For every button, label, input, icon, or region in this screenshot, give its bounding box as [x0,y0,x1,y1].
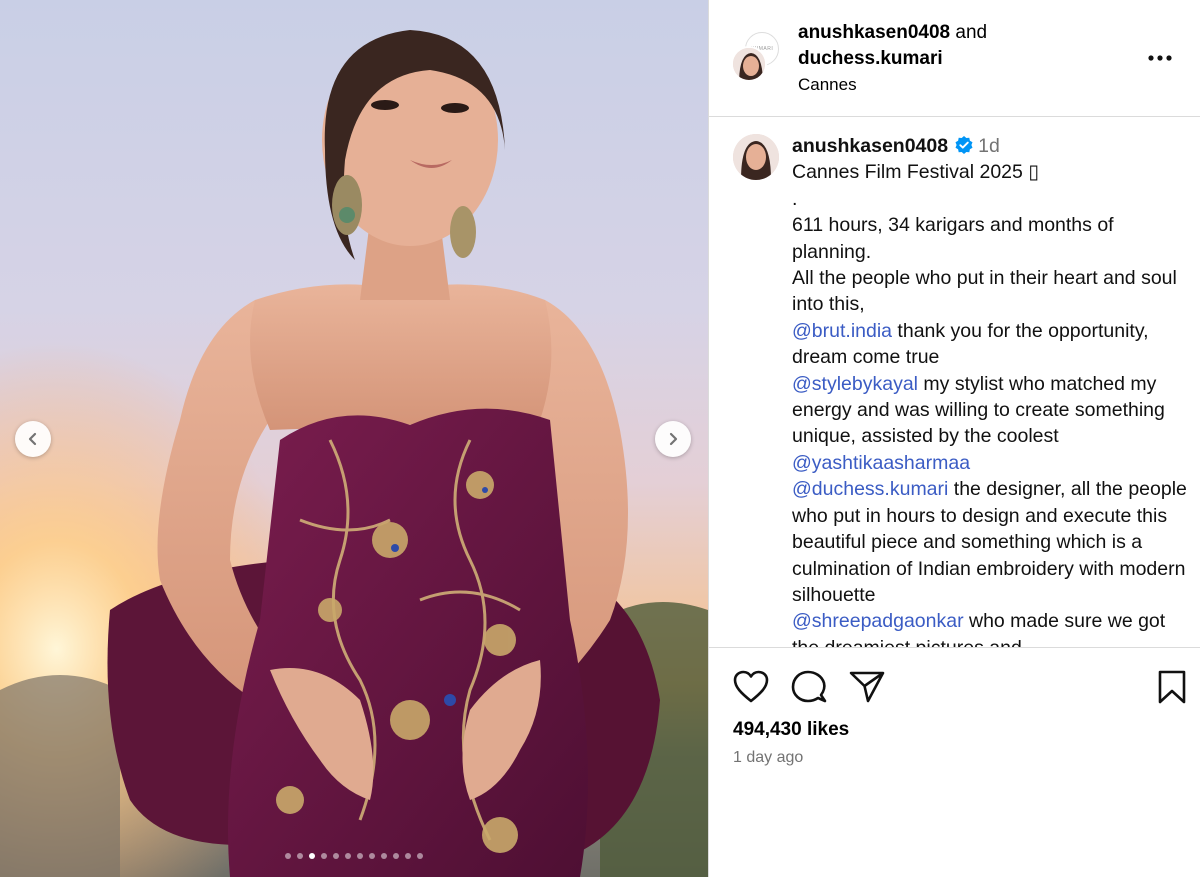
carousel-dot [285,853,291,859]
header-username-2[interactable]: duchess.kumari [798,46,987,72]
caption-body: anushkasen0408 1d Cannes Film Festival 2… [792,133,1187,647]
caption-line-text: 611 hours, 34 karigars and months of pla… [792,214,1114,263]
post-header-text: anushkasen0408 and duchess.kumari Cannes [798,20,987,98]
avatar-anushkasen0408 [731,46,767,82]
mention-link[interactable]: @stylebykayal [792,373,918,395]
action-bar [733,670,1187,709]
collab-avatars[interactable]: KUMARI [731,32,779,84]
post-header: KUMARI anushkasen0408 and duchess.kumari… [709,0,1200,117]
caption-line: @duchess.kumari the designer, all the pe… [792,476,1187,608]
post-time[interactable]: 1d [978,135,1000,157]
mention-link[interactable]: @duchess.kumari [792,478,948,500]
bookmark-icon [1158,670,1186,704]
mention-link[interactable]: @shreepadgaonkar [792,610,964,632]
header-and: and [955,22,988,43]
carousel-dot [297,853,303,859]
caption-line-text: Cannes Film Festival 2025 ▯ [792,161,1039,184]
post-actions: 494,430 likes 1 day ago [709,647,1200,877]
carousel-dot [357,853,363,859]
carousel-dot [345,853,351,859]
carousel-dot [381,853,387,859]
more-horizontal-icon [1148,55,1172,61]
chevron-right-icon [669,432,678,446]
carousel-indicator [0,853,708,859]
caption-line-text: All the people who put in their heart an… [792,267,1177,316]
chevron-left-icon [28,432,37,446]
likes-count[interactable]: 494,430 likes [733,719,849,741]
caption-avatar[interactable] [733,134,779,180]
like-button[interactable] [733,670,769,709]
mention-link[interactable]: @yashtikaasharmaa [792,452,970,474]
mention-link[interactable]: @brut.india [792,320,892,342]
caption-line: @stylebykayal my stylist who matched my … [792,371,1187,450]
carousel-dot [333,853,339,859]
carousel-dot [321,853,327,859]
send-icon [849,671,885,703]
caption-area[interactable]: anushkasen0408 1d Cannes Film Festival 2… [709,118,1200,647]
caption-username[interactable]: anushkasen0408 [792,135,948,157]
heart-icon [733,670,769,703]
caption-text: Cannes Film Festival 2025 ▯. 611 hours, 3… [792,159,1187,647]
save-button[interactable] [1157,670,1187,709]
caption-line: All the people who put in their heart an… [792,265,1187,318]
carousel-dot [417,853,423,859]
caption-line: @brut.india thank you for the opportunit… [792,318,1187,371]
caption-line: @shreepadgaonkar who made sure we got th… [792,608,1187,647]
carousel-dot [369,853,375,859]
previous-photo-button[interactable] [15,421,51,457]
carousel-dot [393,853,399,859]
caption-line-text: . [792,187,798,210]
carousel-dot [309,853,315,859]
caption-line: Cannes Film Festival 2025 ▯ [792,159,1187,185]
header-username-1[interactable]: anushkasen0408 [798,22,950,43]
caption-line: @yashtikaasharmaa [792,450,1187,476]
posted-time[interactable]: 1 day ago [733,749,803,767]
post-media[interactable] [0,0,708,877]
caption-line: . [792,186,1187,212]
post-location[interactable]: Cannes [798,72,987,98]
caption-line: 611 hours, 34 karigars and months of pla… [792,212,1187,265]
post-photo [0,0,708,877]
more-options-button[interactable] [1148,48,1172,66]
comment-icon [791,670,827,703]
share-button[interactable] [849,670,885,709]
next-photo-button[interactable] [655,421,691,457]
post-side-panel: KUMARI anushkasen0408 and duchess.kumari… [708,0,1200,877]
comment-button[interactable] [791,670,827,709]
carousel-dot [405,853,411,859]
verified-badge-icon [955,136,973,154]
